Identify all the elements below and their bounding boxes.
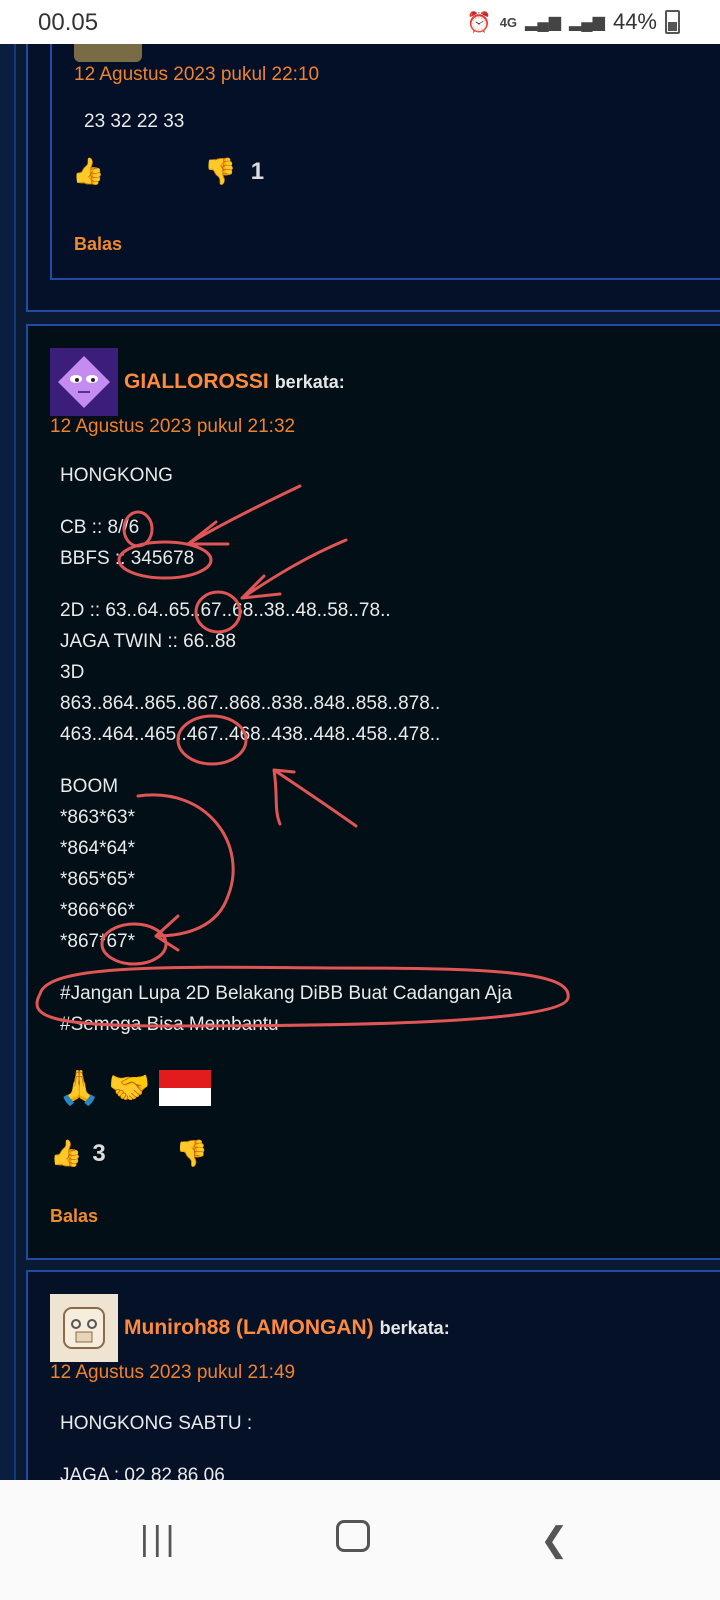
comment-date[interactable]: 12 Agustus 2023 pukul 21:49 [50, 1362, 295, 1384]
circle-hashtag [35, 965, 570, 1028]
avatar-prev [74, 44, 142, 62]
comment-header: Muniroh88 (LAMONGAN) berkata: [50, 1294, 450, 1362]
arrow-1 [186, 484, 302, 546]
comment-date[interactable]: 12 Agustus 2023 pukul 22:10 [74, 64, 319, 86]
handshake-emoji-icon: 🤝 [108, 1069, 151, 1107]
praying-emoji-icon: 🙏 [58, 1069, 101, 1107]
navigation-bar: ||| ❮ [0, 1480, 720, 1600]
home-icon[interactable] [336, 1520, 370, 1561]
reply-link[interactable]: Balas [50, 1206, 98, 1227]
avatar[interactable] [50, 1294, 118, 1362]
thumbs-up-icon[interactable]: 👍 [72, 156, 104, 187]
signal-icon: ▂▄▆ [525, 14, 561, 31]
circle-boom-67 [100, 922, 168, 966]
thumbs-up-icon[interactable]: 👍 [50, 1138, 82, 1169]
back-icon[interactable]: ❮ [540, 1520, 569, 1560]
comment-giallorossi: GIALLOROSSI berkata: 12 Agustus 2023 puk… [26, 324, 720, 1260]
says-label: berkata: [379, 1317, 450, 1338]
comment-body: 23 32 22 33 [84, 111, 185, 132]
vote-bar: 👍 👎 1 [72, 156, 264, 187]
alarm-icon: ⏰ [466, 11, 492, 34]
recent-apps-icon[interactable]: ||| [140, 1520, 179, 1559]
author-name[interactable]: Muniroh88 (LAMONGAN) [124, 1316, 374, 1340]
clock: 00.05 [38, 9, 99, 36]
battery-percent: 44% [612, 9, 657, 34]
dislike-count: 1 [250, 157, 265, 185]
arrow-2 [240, 538, 348, 600]
comment-thread-prev: 12 Agustus 2023 pukul 22:10 23 32 22 33 … [26, 44, 720, 312]
annotation-overlay [35, 484, 570, 1028]
reply-link[interactable]: Balas [74, 234, 122, 255]
thumbs-down-icon[interactable]: 👎 [204, 156, 236, 187]
circle-bbfs [117, 540, 213, 580]
status-bar: 00.05 ⏰ 4G ▂▄▆ ▂▄▆ 44% [0, 0, 720, 44]
circle-467 [176, 714, 248, 766]
circle-67 [194, 590, 242, 634]
signal-icon-2: ▂▄▆ [569, 14, 605, 31]
thumbs-down-icon[interactable]: 👎 [176, 1138, 208, 1169]
line-jaga: JAGA : 02 82 86 06 [60, 1465, 225, 1480]
comments-page[interactable]: 12 Agustus 2023 pukul 22:10 23 32 22 33 … [0, 44, 720, 1480]
emoji-row: 🙏 🤝 [58, 1068, 211, 1108]
indonesia-flag-icon [158, 1070, 211, 1106]
arrow-3 [272, 768, 358, 828]
comment-prev: 12 Agustus 2023 pukul 22:10 23 32 22 33 … [50, 44, 720, 280]
vote-bar: 👍 3 👎 [50, 1138, 208, 1169]
avatar-face-icon [63, 1307, 105, 1349]
like-count: 3 [92, 1139, 106, 1167]
line-market: HONGKONG SABTU : [60, 1413, 253, 1434]
left-rail [0, 44, 16, 1480]
status-icons: ⏰ 4G ▂▄▆ ▂▄▆ 44% [467, 9, 680, 35]
circle-cb [122, 510, 154, 548]
battery-icon [665, 10, 680, 34]
comment-muniroh: Muniroh88 (LAMONGAN) berkata: 12 Agustus… [26, 1270, 720, 1480]
network-type: 4G [499, 14, 518, 30]
